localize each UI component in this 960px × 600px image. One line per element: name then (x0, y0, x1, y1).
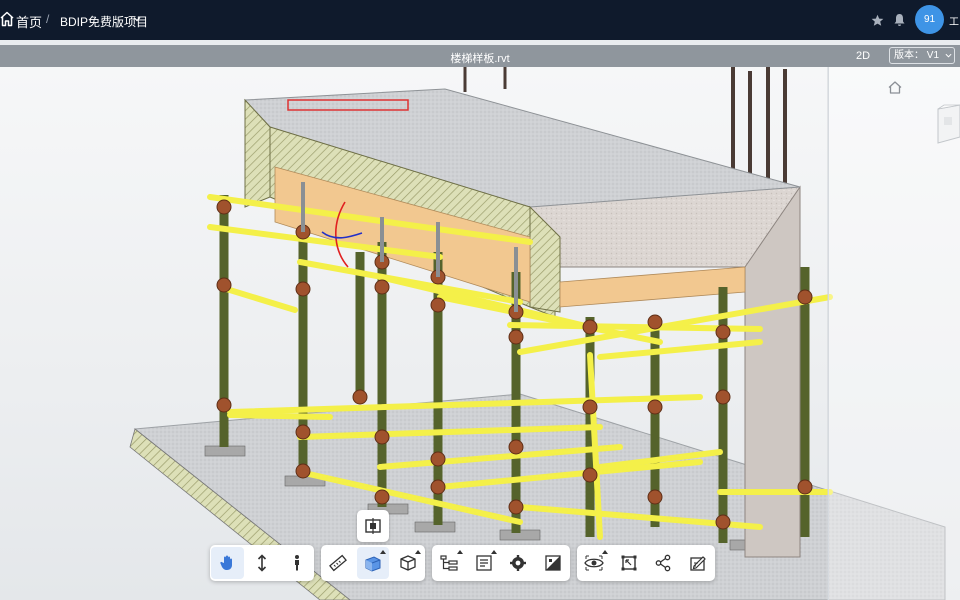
bell-icon[interactable] (893, 13, 906, 27)
settings-button[interactable] (502, 547, 535, 579)
toolbar-view-group (577, 545, 715, 581)
submenu-indicator (491, 550, 497, 554)
annotate-icon (690, 556, 706, 571)
section-cube-tool-button[interactable] (356, 547, 390, 579)
share-icon (655, 554, 671, 572)
model-tree-button[interactable] (433, 547, 466, 579)
settings-icon (510, 555, 527, 571)
hide-button[interactable] (578, 547, 611, 579)
section-tool-button[interactable] (357, 510, 389, 542)
submenu-indicator (415, 550, 422, 554)
user-name[interactable]: 工 (949, 13, 959, 28)
breadcrumb-separator: / (46, 12, 50, 26)
chevron-down-icon[interactable] (133, 15, 141, 23)
section-cube-icon (365, 556, 381, 572)
eye-icon (584, 555, 605, 571)
fly-tool-button[interactable] (246, 547, 279, 579)
explode-tool-button[interactable] (391, 547, 424, 579)
home-view-icon[interactable] (888, 81, 902, 94)
model-viewport[interactable] (0, 67, 960, 600)
section-box-icon (365, 518, 381, 534)
home-icon[interactable] (0, 11, 14, 27)
submenu-indicator (380, 550, 387, 554)
properties-icon (476, 555, 492, 571)
viewcube-icon[interactable] (934, 103, 960, 147)
toolbar-navigation-group (210, 545, 314, 581)
avatar[interactable]: 91 (915, 5, 944, 34)
file-bar: 楼梯样板.rvt 2D 版本： V1 (0, 45, 960, 67)
file-title: 楼梯样板.rvt (450, 53, 510, 65)
hand-icon (220, 555, 233, 570)
toolbar-model-group (432, 545, 570, 581)
fullscreen-button[interactable] (613, 547, 646, 579)
view-2d-toggle[interactable]: 2D (856, 50, 870, 62)
submenu-indicator (601, 550, 608, 554)
vertical-arrow-icon (257, 554, 267, 572)
ruler-icon (329, 554, 348, 572)
version-select[interactable]: 版本： V1 (889, 47, 955, 64)
toolbar-measure-group (321, 545, 425, 581)
top-navigation-bar: 首页 / BDIP免费版项目 91 工 (0, 0, 960, 40)
pan-tool-button[interactable] (211, 547, 244, 579)
person-icon (294, 555, 299, 571)
submenu-indicator (456, 550, 463, 554)
version-value: V1 (926, 50, 940, 61)
measure-tool-button[interactable] (322, 547, 355, 579)
material-button[interactable] (537, 547, 570, 579)
version-label: 版本： (894, 50, 924, 61)
star-icon[interactable] (871, 14, 884, 27)
bim-model-render (129, 67, 946, 600)
material-icon (545, 555, 561, 571)
cube-icon (400, 555, 416, 571)
frame-icon (621, 555, 637, 571)
properties-button[interactable] (468, 547, 501, 579)
chevron-down-icon (945, 53, 952, 58)
model-tree-icon (440, 555, 458, 571)
walk-tool-button[interactable] (280, 547, 313, 579)
annotate-button[interactable] (682, 547, 715, 579)
breadcrumb-home[interactable]: 首页 (16, 12, 42, 31)
share-button[interactable] (647, 547, 680, 579)
